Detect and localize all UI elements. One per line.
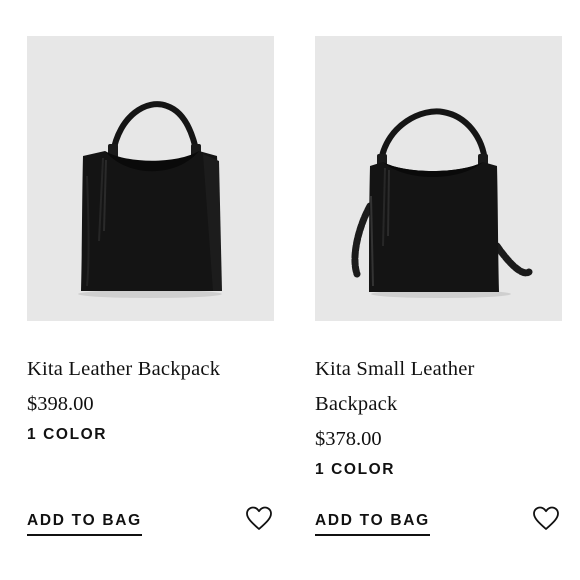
- black-leather-hobo-backpack-image: [78, 101, 222, 298]
- product-card: Kita Leather Backpack $398.00 1 COLOR: [27, 36, 274, 445]
- product-name[interactable]: Kita Small Leather Backpack: [315, 352, 562, 422]
- heart-outline-icon[interactable]: [245, 505, 273, 533]
- product-image[interactable]: [315, 36, 562, 321]
- black-small-leather-backpack-image: [351, 108, 533, 298]
- product-price: $378.00: [315, 428, 382, 450]
- color-count[interactable]: 1 COLOR: [315, 460, 562, 480]
- product-price: $398.00: [27, 393, 94, 415]
- add-to-bag-button[interactable]: ADD TO BAG: [315, 512, 430, 536]
- product-name[interactable]: Kita Leather Backpack: [27, 352, 274, 387]
- product-image[interactable]: [27, 36, 274, 321]
- color-count[interactable]: 1 COLOR: [27, 425, 274, 445]
- product-card: Kita Small Leather Backpack $378.00 1 CO…: [315, 36, 562, 480]
- heart-outline-icon[interactable]: [532, 505, 560, 533]
- add-to-bag-button[interactable]: ADD TO BAG: [27, 512, 142, 536]
